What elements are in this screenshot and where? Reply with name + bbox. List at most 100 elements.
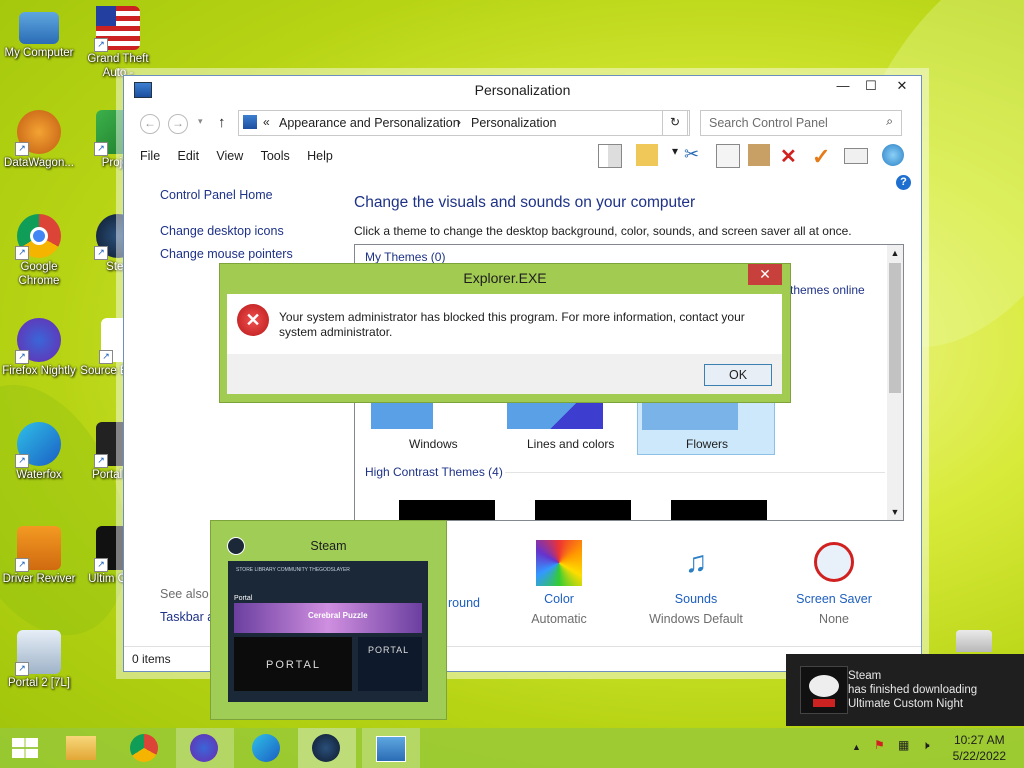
desktop-icon-driver-reviver[interactable]: ↗ Driver Reviver — [1, 526, 77, 586]
start-button[interactable] — [0, 728, 56, 768]
menu-help[interactable]: Help — [307, 149, 333, 163]
steam-nav: STORE LIBRARY COMMUNITY THEGODSLAYER — [236, 567, 350, 573]
globe-icon[interactable] — [882, 144, 904, 166]
firefox-icon: ↗ — [15, 318, 61, 364]
screen-saver-value: None — [819, 612, 849, 626]
get-themes-online-link[interactable]: themes online — [790, 283, 865, 297]
high-contrast-header: High Contrast Themes (4) — [365, 465, 503, 479]
menu-file[interactable]: File — [140, 149, 160, 163]
volume-muted-icon[interactable]: 🕨 — [922, 738, 930, 753]
desktop-icon-portal2[interactable]: ↗ Portal 2 [7L] — [1, 630, 77, 690]
layout-pane-icon[interactable] — [598, 144, 622, 168]
menu-tools[interactable]: Tools — [261, 149, 290, 163]
dropdown-arrow-icon[interactable]: ▾ — [664, 144, 686, 166]
dialog-close-button[interactable]: ✕ — [748, 264, 782, 285]
screen-saver-icon — [814, 542, 854, 582]
address-icon — [243, 115, 257, 129]
close-button[interactable]: ✕ — [887, 76, 917, 96]
cut-icon[interactable]: ✂ — [684, 144, 706, 166]
recent-dropdown-icon[interactable]: ▾ — [198, 116, 203, 127]
steam-game-title: Portal — [234, 595, 253, 602]
desktop-icon-waterfox[interactable]: ↗ Waterfox — [1, 422, 77, 482]
chrome-icon: ↗ — [15, 214, 61, 260]
color-icon — [536, 540, 582, 586]
network-icon[interactable]: ▦ — [898, 738, 909, 752]
breadcrumb-personalization[interactable]: Personalization — [471, 116, 556, 130]
steam-banner-text: Cerebral Puzzle — [308, 611, 368, 620]
steam-portal-art: PORTAL — [234, 637, 352, 691]
delete-icon[interactable]: ✕ — [780, 144, 802, 168]
desktop-icon-my-computer[interactable]: My Computer — [1, 6, 77, 60]
desktop-icon-datawagon[interactable]: ↗ DataWagon... — [1, 110, 77, 170]
back-button[interactable]: ← — [140, 114, 160, 134]
scroll-thumb[interactable] — [889, 263, 901, 393]
nav-change-desktop-icons[interactable]: Change desktop icons — [160, 224, 284, 238]
recycle-bin-icon[interactable] — [956, 630, 992, 652]
steam-portal-art-small: PORTAL — [358, 637, 422, 691]
error-dialog: Explorer.EXE ✕ ✕ Your system administrat… — [219, 263, 791, 403]
paste-icon[interactable] — [748, 144, 770, 166]
search-box[interactable]: Search Control Panel ⌕ — [700, 110, 902, 136]
checkmark-icon[interactable]: ✓ — [812, 144, 834, 169]
address-bar[interactable]: « Appearance and Personalization › Perso… — [238, 110, 690, 136]
minimize-button[interactable]: — — [829, 76, 857, 96]
folder-icon — [66, 736, 96, 760]
menu-edit[interactable]: Edit — [178, 149, 200, 163]
desktop-icon-chrome[interactable]: ↗ Google Chrome — [1, 214, 77, 288]
scroll-up-arrow[interactable]: ▲ — [887, 245, 903, 261]
refresh-button[interactable]: ↻ — [662, 110, 688, 136]
maximize-button[interactable]: ☐ — [857, 76, 885, 96]
steam-thumbnail-title: Steam — [310, 539, 347, 553]
steam-toast-notification[interactable]: Steam has finished downloading Ultimate … — [786, 654, 1024, 726]
hc-theme-thumb[interactable] — [399, 500, 495, 520]
breadcrumb-separator: › — [457, 115, 461, 129]
page-title: Change the visuals and sounds on your co… — [354, 194, 696, 211]
menu-view[interactable]: View — [216, 149, 243, 163]
hc-theme-thumb[interactable] — [535, 500, 631, 520]
screen-saver-item[interactable]: Screen Saver None — [784, 536, 884, 626]
taskbar-waterfox[interactable] — [238, 728, 294, 768]
up-button[interactable]: ↑ — [218, 114, 226, 131]
help-icon[interactable]: ? — [896, 175, 911, 190]
taskbar: ▲ ⚑ ▦ 🕨 10:27 AM 5/22/2022 — [0, 728, 1024, 768]
hc-theme-thumb[interactable] — [671, 500, 767, 520]
desktop-icon-firefox-nightly[interactable]: ↗ Firefox Nightly — [1, 318, 77, 378]
window-title: Personalization — [474, 82, 571, 98]
properties-icon[interactable] — [844, 148, 868, 164]
folder-check-icon[interactable] — [636, 144, 658, 166]
taskbar-firefox-nightly[interactable] — [176, 728, 234, 768]
screen-saver-label: Screen Saver — [796, 592, 872, 606]
desktop-icon-gta[interactable]: ↗ Grand Theft Auto - — [80, 6, 156, 80]
scroll-down-arrow[interactable]: ▼ — [887, 504, 903, 520]
show-hidden-icons-button[interactable]: ▲ — [852, 742, 861, 752]
theme-label: Flowers — [686, 437, 729, 451]
clock-date: 5/22/2022 — [952, 749, 1006, 763]
taskbar-chrome[interactable] — [116, 728, 172, 768]
search-icon: ⌕ — [886, 114, 893, 128]
ok-button[interactable]: OK — [704, 364, 772, 386]
desktop-icon-label: Portal 2 [7L] — [7, 677, 70, 689]
sounds-value: Windows Default — [649, 612, 743, 626]
portal-logo-text: PORTAL — [368, 645, 410, 655]
color-item[interactable]: Color Automatic — [509, 536, 609, 626]
search-input[interactable]: Search Control Panel — [709, 116, 828, 130]
theme-label: Lines and colors — [527, 437, 615, 451]
taskbar-steam[interactable] — [298, 728, 356, 768]
action-center-icon[interactable]: ⚑ — [874, 738, 885, 752]
address-overflow[interactable]: « — [263, 115, 270, 129]
steam-thumbnail-preview[interactable]: Steam STORE LIBRARY COMMUNITY THEGODSLAY… — [210, 520, 447, 720]
themes-scrollbar[interactable]: ▲ ▼ — [887, 245, 903, 520]
my-themes-header: My Themes (0) — [365, 250, 446, 264]
sounds-item[interactable]: ♫ Sounds Windows Default — [646, 536, 746, 626]
window-titlebar[interactable]: Personalization — ☐ ✕ — [124, 76, 921, 104]
taskbar-clock[interactable]: 10:27 AM 5/22/2022 — [953, 732, 1006, 764]
breadcrumb-appearance[interactable]: Appearance and Personalization — [279, 116, 460, 130]
nav-control-panel-home[interactable]: Control Panel Home — [160, 188, 273, 202]
nav-change-mouse-pointers[interactable]: Change mouse pointers — [160, 247, 293, 261]
forward-button[interactable]: → — [168, 114, 188, 134]
taskbar-file-explorer[interactable] — [54, 728, 110, 768]
dialog-footer: OK — [227, 354, 782, 394]
see-also-label: See also — [160, 587, 209, 601]
taskbar-control-panel[interactable] — [362, 728, 420, 768]
copy-icon[interactable] — [716, 144, 740, 168]
